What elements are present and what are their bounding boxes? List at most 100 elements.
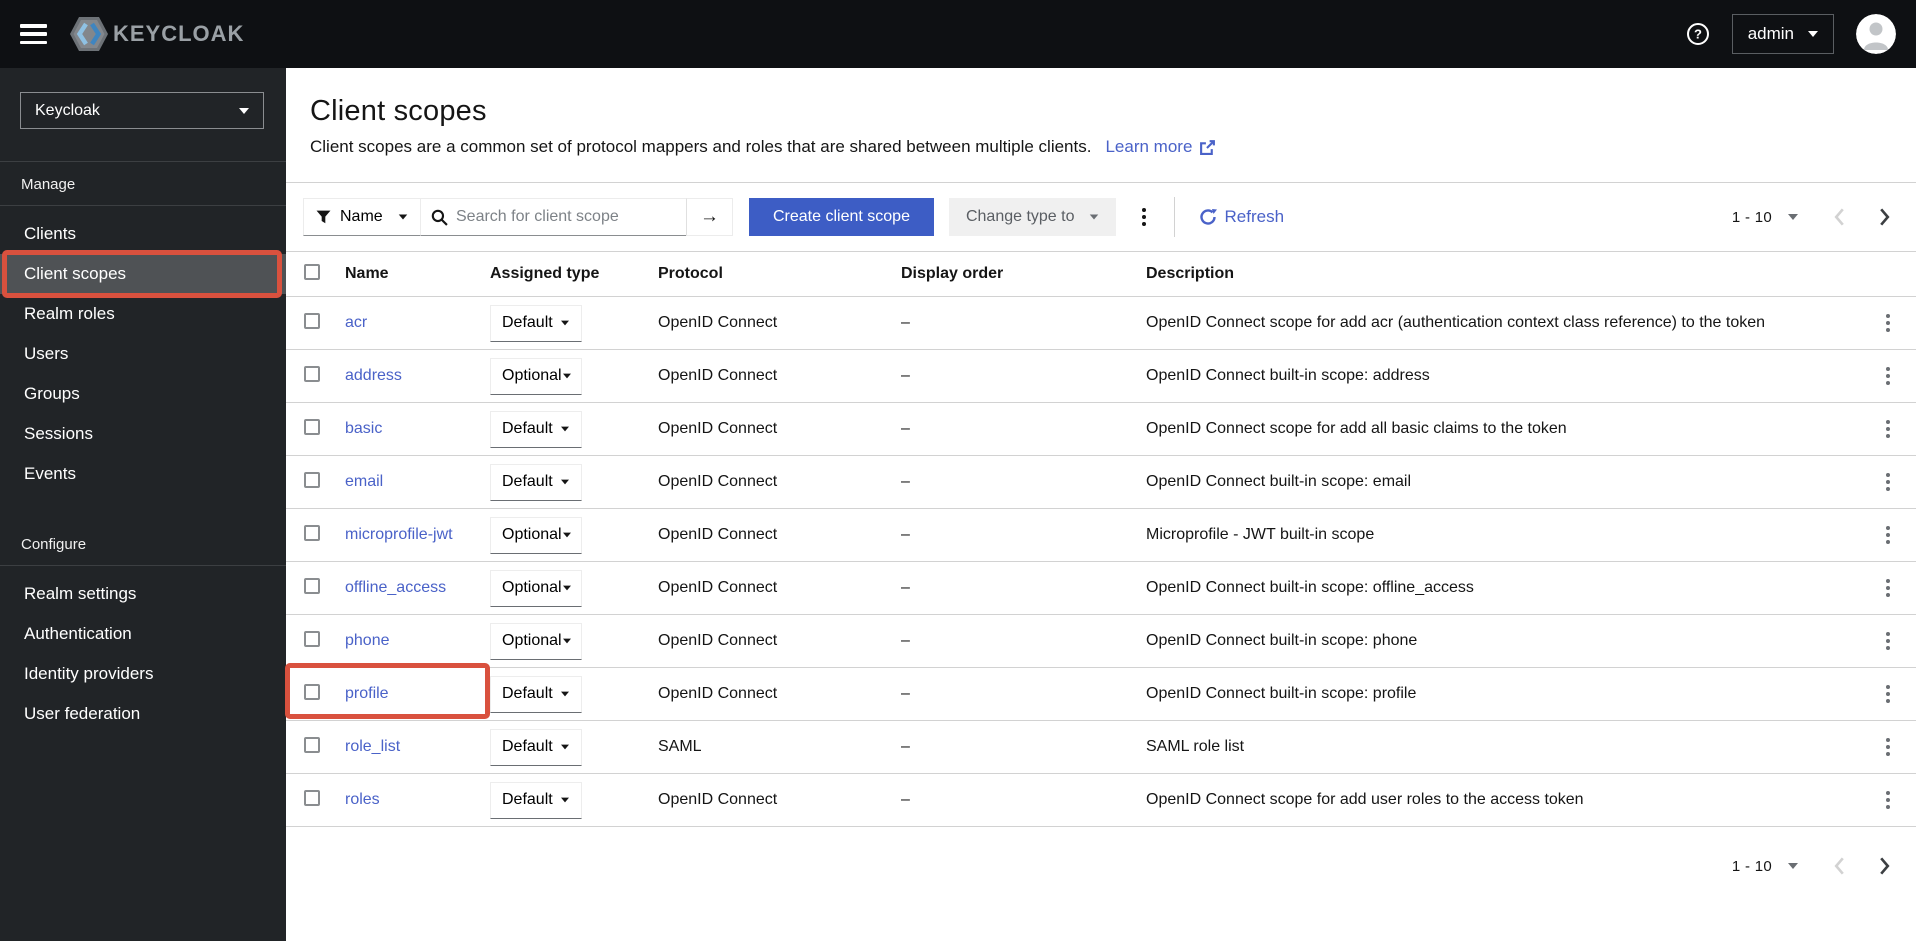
display-order-cell: – bbox=[901, 685, 910, 702]
row-kebab-menu[interactable] bbox=[1880, 785, 1896, 815]
row-kebab-menu[interactable] bbox=[1880, 467, 1896, 497]
row-checkbox[interactable] bbox=[304, 312, 320, 329]
help-icon[interactable]: ? bbox=[1686, 22, 1710, 46]
page-header: Client scopes Client scopes are a common… bbox=[286, 68, 1916, 182]
next-page-button[interactable] bbox=[1879, 857, 1890, 875]
sidebar-item-groups[interactable]: Groups bbox=[0, 374, 286, 414]
change-type-dropdown[interactable]: Change type to bbox=[948, 198, 1116, 236]
row-checkbox[interactable] bbox=[304, 471, 320, 488]
assigned-type-select[interactable]: Optional bbox=[490, 516, 582, 554]
nav-section-title: Manage bbox=[0, 162, 286, 206]
pagination-top: 1 - 10 bbox=[1732, 208, 1890, 226]
search-input[interactable] bbox=[456, 208, 676, 226]
assigned-type-select[interactable]: Default bbox=[490, 304, 582, 342]
user-menu-dropdown[interactable]: admin bbox=[1731, 14, 1834, 54]
keycloak-admin-console: KEYCLOAK ? admin Keycloak Manage Clients… bbox=[0, 0, 1916, 941]
row-checkbox[interactable] bbox=[304, 789, 320, 806]
sidebar-item-sessions[interactable]: Sessions bbox=[0, 414, 286, 454]
row-kebab-menu[interactable] bbox=[1880, 573, 1896, 603]
pagination-options-toggle[interactable] bbox=[1788, 214, 1798, 220]
row-kebab-menu[interactable] bbox=[1880, 732, 1896, 762]
keycloak-wordmark: KEYCLOAK bbox=[113, 21, 245, 46]
row-checkbox[interactable] bbox=[304, 524, 320, 541]
assigned-type-select[interactable]: Optional bbox=[490, 622, 582, 660]
client-scope-name-link[interactable]: email bbox=[345, 473, 383, 490]
table-header-row: Name Assigned type Protocol Display orde… bbox=[286, 251, 1916, 297]
protocol-cell: OpenID Connect bbox=[658, 791, 778, 808]
table-row-offline_access: offline_access Optional OpenID Connect –… bbox=[286, 562, 1916, 615]
row-checkbox[interactable] bbox=[304, 365, 320, 382]
display-order-cell: – bbox=[901, 420, 910, 437]
row-checkbox[interactable] bbox=[304, 577, 320, 594]
row-kebab-menu[interactable] bbox=[1880, 520, 1896, 550]
table-row-microprofile-jwt: microprofile-jwt Optional OpenID Connect… bbox=[286, 509, 1916, 562]
table-row-address: address Optional OpenID Connect – OpenID… bbox=[286, 350, 1916, 403]
row-checkbox[interactable] bbox=[304, 418, 320, 435]
assigned-type-select[interactable]: Default bbox=[490, 463, 582, 501]
sidebar-item-realm-roles[interactable]: Realm roles bbox=[0, 294, 286, 334]
client-scope-name-link[interactable]: microprofile-jwt bbox=[345, 526, 453, 543]
table-toolbar: Name → Create client scope Change type t… bbox=[286, 183, 1916, 251]
row-kebab-menu[interactable] bbox=[1880, 308, 1896, 338]
row-checkbox[interactable] bbox=[304, 683, 320, 700]
row-kebab-menu[interactable] bbox=[1880, 679, 1896, 709]
description-cell: OpenID Connect scope for add all basic c… bbox=[1146, 420, 1567, 437]
sidebar: Keycloak Manage Clients Client scopes Re… bbox=[0, 68, 286, 941]
row-checkbox[interactable] bbox=[304, 736, 320, 753]
protocol-cell: OpenID Connect bbox=[658, 526, 778, 543]
sidebar-item-events[interactable]: Events bbox=[0, 454, 286, 494]
sidebar-item-client-scopes[interactable]: Client scopes bbox=[0, 254, 286, 294]
assigned-type-select[interactable]: Optional bbox=[490, 357, 582, 395]
pagination-options-toggle[interactable] bbox=[1788, 863, 1798, 869]
sidebar-item-realm-settings[interactable]: Realm settings bbox=[0, 574, 286, 614]
assigned-type-select[interactable]: Default bbox=[490, 728, 582, 766]
nav-section-title: Configure bbox=[0, 522, 286, 566]
create-client-scope-button[interactable]: Create client scope bbox=[749, 198, 934, 236]
next-page-button[interactable] bbox=[1879, 208, 1890, 226]
sidebar-item-identity-providers[interactable]: Identity providers bbox=[0, 654, 286, 694]
assigned-type-select[interactable]: Default bbox=[490, 781, 582, 819]
previous-page-button[interactable] bbox=[1834, 208, 1845, 226]
avatar[interactable] bbox=[1856, 14, 1896, 54]
current-realm: Keycloak bbox=[35, 101, 100, 119]
client-scope-name-link[interactable]: offline_access bbox=[345, 579, 446, 596]
assigned-type-select[interactable]: Default bbox=[490, 410, 582, 448]
row-kebab-menu[interactable] bbox=[1880, 414, 1896, 444]
client-scope-name-link[interactable]: profile bbox=[345, 685, 389, 702]
select-all-checkbox[interactable] bbox=[304, 263, 320, 280]
description-cell: OpenID Connect built-in scope: offline_a… bbox=[1146, 579, 1474, 596]
page-description: Client scopes are a common set of protoc… bbox=[310, 137, 1890, 157]
sidebar-item-users[interactable]: Users bbox=[0, 334, 286, 374]
description-cell: OpenID Connect built-in scope: email bbox=[1146, 473, 1412, 490]
sidebar-item-authentication[interactable]: Authentication bbox=[0, 614, 286, 654]
sidebar-nav: Manage Clients Client scopes Realm roles… bbox=[0, 162, 286, 734]
client-scope-name-link[interactable]: role_list bbox=[345, 738, 400, 755]
assigned-type-select[interactable]: Default bbox=[490, 675, 582, 713]
display-order-cell: – bbox=[901, 367, 910, 384]
search-submit-button[interactable]: → bbox=[686, 198, 733, 236]
client-scope-name-link[interactable]: address bbox=[345, 367, 402, 384]
filter-type-select[interactable]: Name bbox=[303, 198, 421, 236]
sidebar-item-user-federation[interactable]: User federation bbox=[0, 694, 286, 734]
row-checkbox[interactable] bbox=[304, 630, 320, 647]
row-kebab-menu[interactable] bbox=[1880, 361, 1896, 391]
previous-page-button[interactable] bbox=[1834, 857, 1845, 875]
chevron-down-icon bbox=[1089, 214, 1098, 220]
protocol-cell: OpenID Connect bbox=[658, 367, 778, 384]
keycloak-logo-icon bbox=[69, 16, 109, 52]
client-scope-name-link[interactable]: basic bbox=[345, 420, 382, 437]
toolbar-kebab-menu[interactable] bbox=[1136, 202, 1152, 232]
page-description-text: Client scopes are a common set of protoc… bbox=[310, 137, 1092, 156]
chevron-down-icon bbox=[561, 797, 569, 803]
display-order-cell: – bbox=[901, 314, 910, 331]
client-scope-name-link[interactable]: acr bbox=[345, 314, 367, 331]
refresh-button[interactable]: Refresh bbox=[1199, 207, 1284, 227]
client-scope-name-link[interactable]: roles bbox=[345, 791, 380, 808]
row-kebab-menu[interactable] bbox=[1880, 626, 1896, 656]
client-scope-name-link[interactable]: phone bbox=[345, 632, 390, 649]
realm-selector[interactable]: Keycloak bbox=[20, 92, 264, 129]
hamburger-menu-icon[interactable] bbox=[20, 24, 47, 44]
sidebar-item-clients[interactable]: Clients bbox=[0, 214, 286, 254]
learn-more-link[interactable]: Learn more bbox=[1105, 137, 1216, 157]
assigned-type-select[interactable]: Optional bbox=[490, 569, 582, 607]
